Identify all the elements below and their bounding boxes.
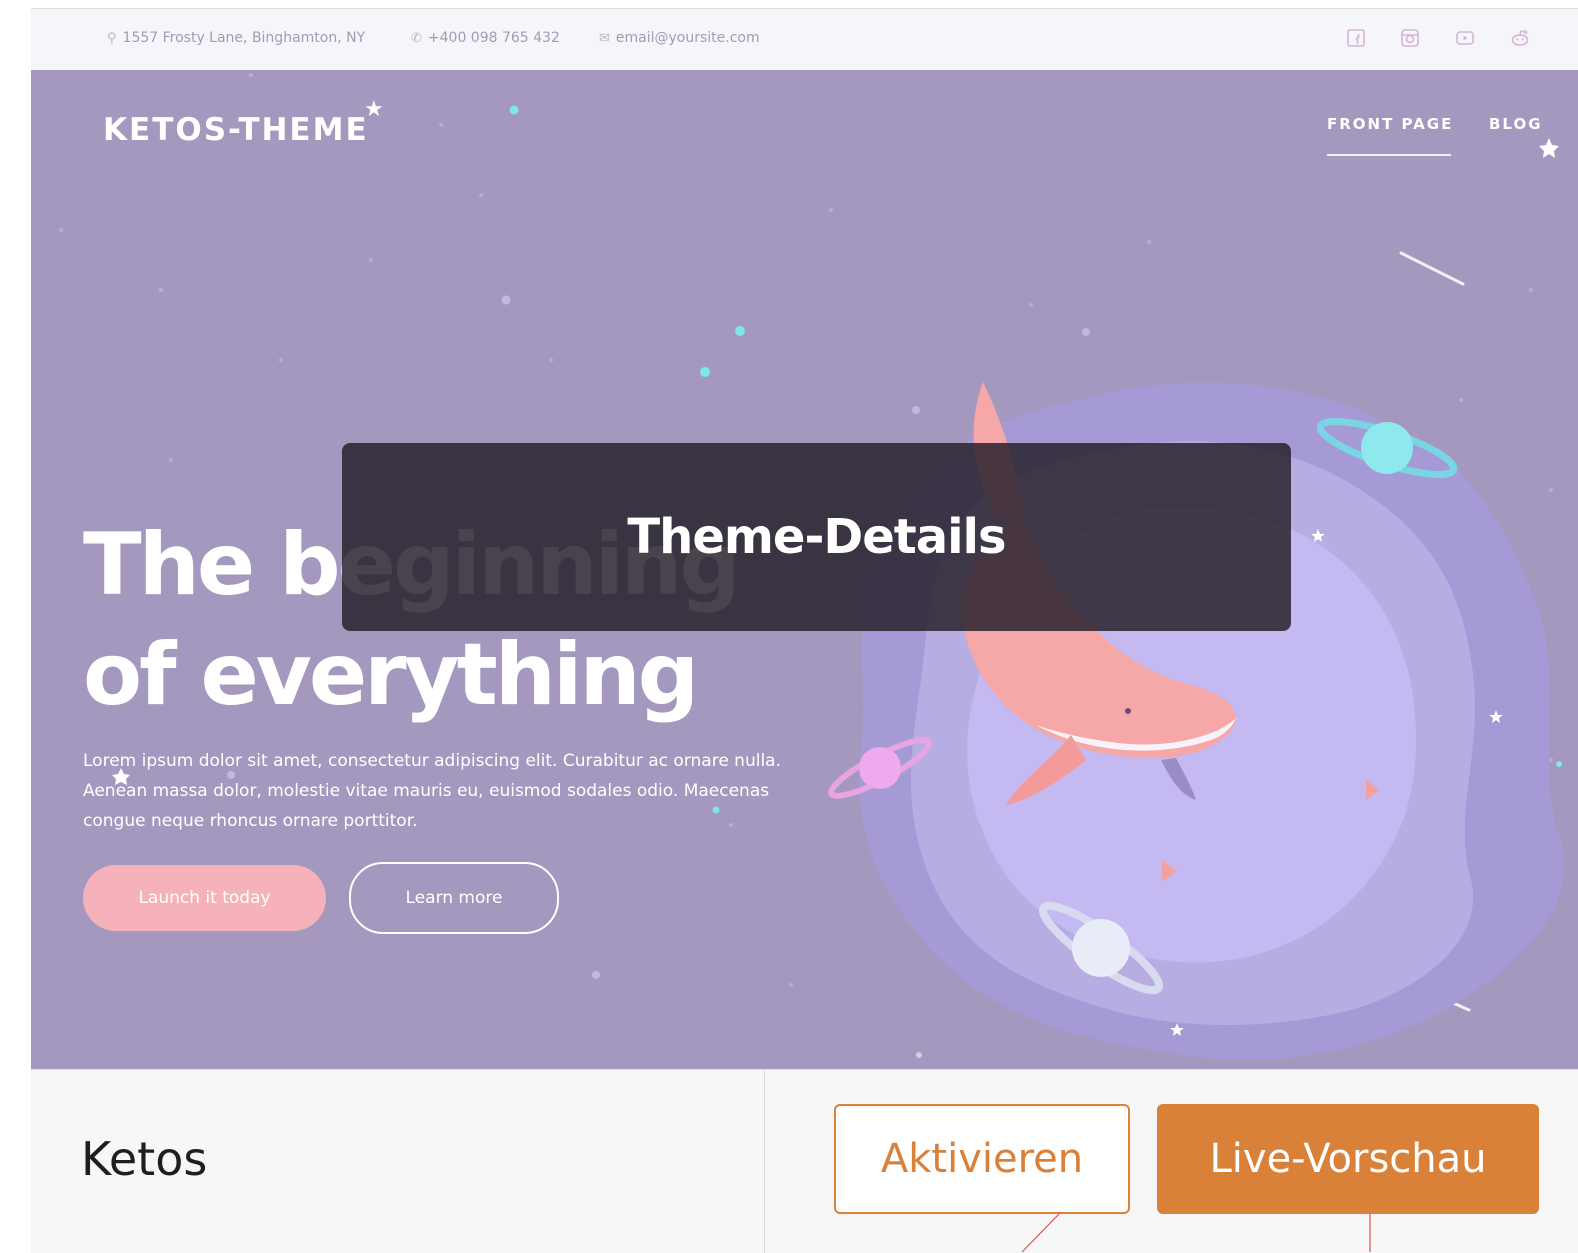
annotation-lines — [1021, 1213, 1371, 1252]
